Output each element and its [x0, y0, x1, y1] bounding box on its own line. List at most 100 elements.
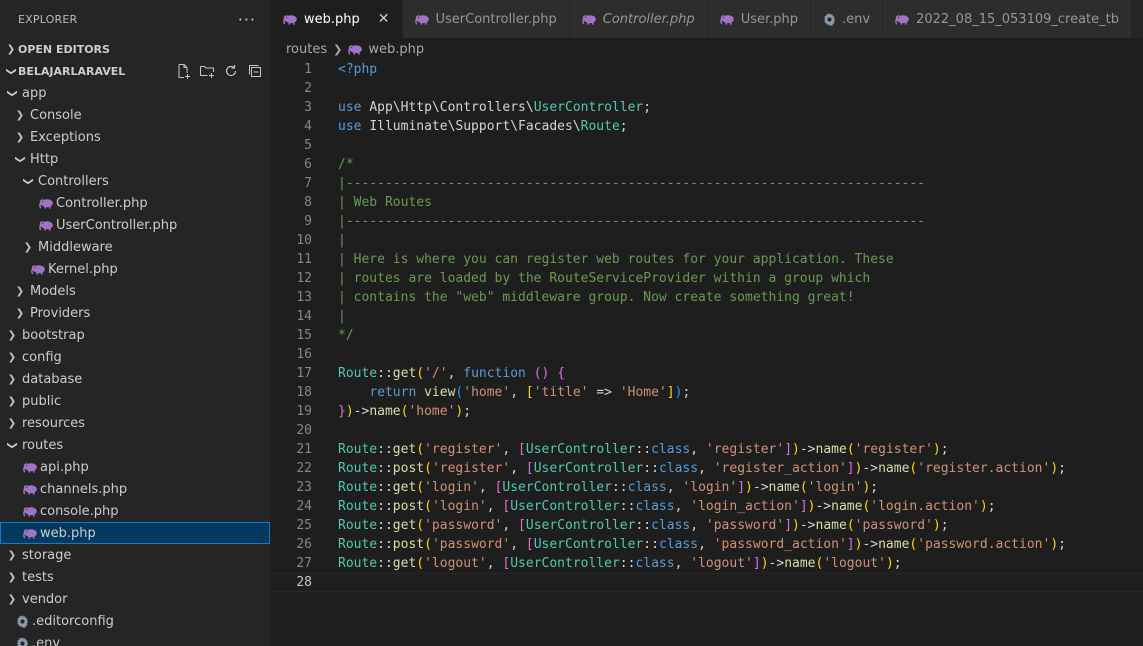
code-line[interactable]: 8 | Web Routes — [270, 193, 1143, 212]
tree-item-database[interactable]: ❯ database — [0, 368, 270, 390]
open-editors-section[interactable]: ❯ OPEN EDITORS — [0, 38, 270, 60]
explorer-sidebar: EXPLORER ··· ❯ OPEN EDITORS ❯ BELAJARLAR… — [0, 0, 270, 646]
tab-controller-php[interactable]: Controller.php — [569, 0, 708, 38]
tab-usercontroller-php[interactable]: UserController.php — [402, 0, 570, 38]
tree-item-http[interactable]: ❯ Http — [0, 148, 270, 170]
editor-area: web.php ✕ UserController.php Controller.php… — [270, 0, 1143, 646]
php-elephant-icon — [414, 14, 430, 25]
code-text: Route::get('login', [UserController::cla… — [338, 480, 879, 495]
close-icon[interactable]: ✕ — [378, 11, 390, 27]
code-text: Route::get('logout', [UserController::cl… — [338, 556, 902, 571]
tree-item-label: app — [22, 85, 47, 101]
code-line[interactable]: 14 | — [270, 307, 1143, 326]
tree-item-providers[interactable]: ❯ Providers — [0, 302, 270, 324]
tree-item-models[interactable]: ❯ Models — [0, 280, 270, 302]
code-line[interactable]: 20 — [270, 421, 1143, 440]
code-line[interactable]: 12 | routes are loaded by the RouteServic… — [270, 269, 1143, 288]
refresh-icon[interactable] — [222, 62, 240, 80]
tree-item-controller-php[interactable]: Controller.php — [0, 192, 270, 214]
code-line[interactable]: 25 Route::get('password', [UserController… — [270, 516, 1143, 535]
tree-item-label: tests — [22, 569, 54, 585]
tree-item-channels-php[interactable]: channels.php — [0, 478, 270, 500]
tree-item-kernel-php[interactable]: Kernel.php — [0, 258, 270, 280]
code-line[interactable]: 11 | Here is where you can register web r… — [270, 250, 1143, 269]
code-text: <?php — [338, 62, 378, 77]
code-line[interactable]: 15 */ — [270, 326, 1143, 345]
tree-item-console-php[interactable]: console.php — [0, 500, 270, 522]
code-line[interactable]: 19})->name('home'); — [270, 402, 1143, 421]
chevron-right-icon: ❯ — [7, 593, 17, 605]
php-elephant-icon — [30, 264, 46, 275]
line-number: 9 — [304, 214, 312, 229]
tree-item-vendor[interactable]: ❯ vendor — [0, 588, 270, 610]
code-line[interactable]: 10 | — [270, 231, 1143, 250]
code-editor[interactable]: 1 <?php 2 3 use App\Http\Controllers\UserCon… — [270, 60, 1143, 592]
tree-item-exceptions[interactable]: ❯ Exceptions — [0, 126, 270, 148]
breadcrumb-folder[interactable]: routes — [286, 42, 327, 57]
tree-item-usercontroller-php[interactable]: UserController.php — [0, 214, 270, 236]
tab-env[interactable]: .env — [811, 0, 884, 38]
code-line[interactable]: 23 Route::get('login', [UserController::c… — [270, 478, 1143, 497]
line-number: 14 — [296, 309, 312, 324]
code-line[interactable]: 5 — [270, 136, 1143, 155]
tree-item-label: routes — [22, 437, 64, 453]
tree-item-label: Controllers — [38, 173, 109, 189]
tree-item-api-php[interactable]: api.php — [0, 456, 270, 478]
code-line[interactable]: 4 use Illuminate\Support\Facades\Route; — [270, 117, 1143, 136]
php-elephant-icon — [283, 14, 298, 25]
tree-item-env[interactable]: .env — [0, 632, 270, 646]
tree-item-routes[interactable]: ❯ routes — [0, 434, 270, 456]
more-actions-icon[interactable]: ··· — [238, 10, 256, 29]
code-line[interactable]: 21 Route::get('register', [UserController… — [270, 440, 1143, 459]
tab-label: UserController.php — [435, 11, 557, 27]
tree-item-console[interactable]: ❯ Console — [0, 104, 270, 126]
code-line[interactable]: 7 |--------------------------------------… — [270, 174, 1143, 193]
tree-item-resources[interactable]: ❯ resources — [0, 412, 270, 434]
code-line[interactable]: 6 /* — [270, 155, 1143, 174]
php-elephant-icon — [895, 14, 910, 25]
chevron-right-icon: ❯ — [15, 307, 25, 319]
php-elephant-icon — [22, 462, 38, 473]
tab-2022-08-15-053109-create-tb[interactable]: 2022_08_15_053109_create_tb — [883, 0, 1133, 38]
chevron-right-icon: ❯ — [7, 351, 17, 363]
code-line[interactable]: 27 Route::get('logout', [UserController::… — [270, 554, 1143, 573]
code-line[interactable]: 1 <?php — [270, 60, 1143, 79]
new-folder-icon[interactable] — [198, 62, 216, 80]
tab-label: .env — [842, 11, 871, 27]
line-number: 15 — [296, 328, 312, 343]
code-line[interactable]: 2 — [270, 79, 1143, 98]
tree-item-controllers[interactable]: ❯ Controllers — [0, 170, 270, 192]
new-file-icon[interactable] — [174, 62, 192, 80]
breadcrumb-file[interactable]: web.php — [368, 42, 424, 57]
code-line[interactable]: 22 Route::post('register', [UserControlle… — [270, 459, 1143, 478]
code-line[interactable]: 28 — [270, 573, 1143, 592]
tree-item-public[interactable]: ❯ public — [0, 390, 270, 412]
code-line[interactable]: 9 |--------------------------------------… — [270, 212, 1143, 231]
tree-item-bootstrap[interactable]: ❯ bootstrap — [0, 324, 270, 346]
php-elephant-icon — [22, 528, 38, 539]
line-number: 13 — [296, 290, 312, 305]
tree-item-app[interactable]: ❯ app — [0, 82, 270, 104]
collapse-all-icon[interactable] — [246, 62, 264, 80]
code-line[interactable]: 18 return view('home', ['title' => 'Home… — [270, 383, 1143, 402]
breadcrumb: routes ❯ web.php — [270, 38, 1143, 60]
code-line[interactable]: 26 Route::post('password', [UserControlle… — [270, 535, 1143, 554]
code-line[interactable]: 17 Route::get('/', function () { — [270, 364, 1143, 383]
tab-user-php[interactable]: User.php — [707, 0, 812, 38]
tree-item-tests[interactable]: ❯ tests — [0, 566, 270, 588]
tree-item-web-php[interactable]: web.php — [0, 522, 270, 544]
tree-item-middleware[interactable]: ❯ Middleware — [0, 236, 270, 258]
tree-item-storage[interactable]: ❯ storage — [0, 544, 270, 566]
project-section[interactable]: ❯ BELAJARLARAVEL — [0, 60, 270, 82]
line-number: 21 — [296, 442, 312, 457]
line-number: 27 — [296, 556, 312, 571]
tab-web-php[interactable]: web.php ✕ — [270, 0, 403, 38]
code-line[interactable]: 3 use App\Http\Controllers\UserController… — [270, 98, 1143, 117]
code-text: | contains the "web" middleware group. N… — [338, 290, 855, 305]
tree-item-config[interactable]: ❯ config — [0, 346, 270, 368]
code-line[interactable]: 13 | contains the "web" middleware group.… — [270, 288, 1143, 307]
tree-item-editorconfig[interactable]: .editorconfig — [0, 610, 270, 632]
code-line[interactable]: 16 — [270, 345, 1143, 364]
code-line[interactable]: 24 Route::post('login', [UserController::… — [270, 497, 1143, 516]
chevron-down-icon: ❯ — [5, 66, 17, 76]
